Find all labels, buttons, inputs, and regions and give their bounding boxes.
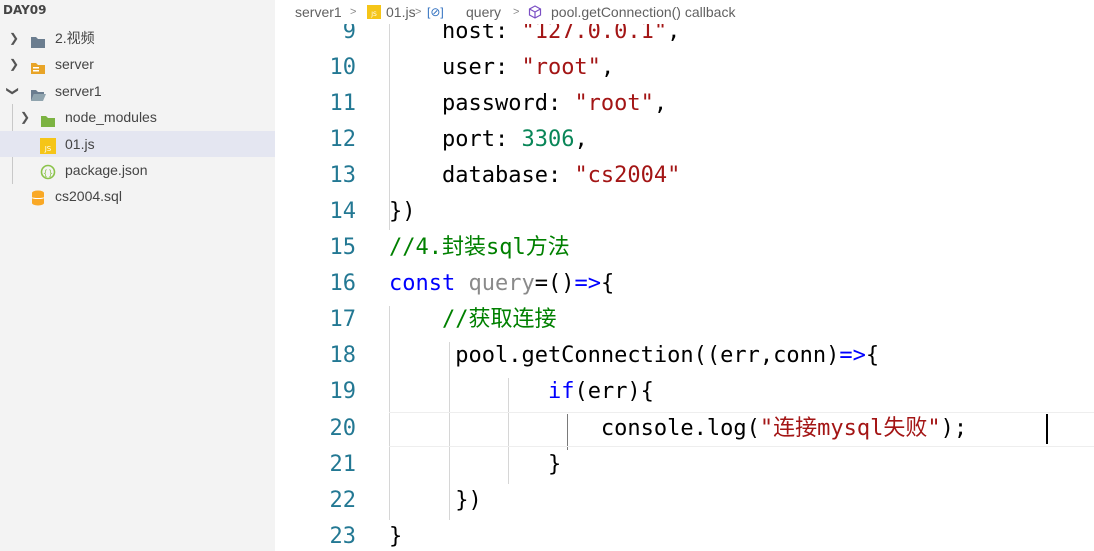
code-text[interactable]: database: "cs2004" [389, 158, 680, 194]
line-number: 16 [329, 271, 357, 296]
code-text[interactable]: pool.getConnection((err,conn)=>{ [389, 338, 879, 374]
svg-text:{}: {} [43, 169, 53, 178]
database-icon [31, 188, 45, 214]
tree-item-server[interactable]: ❯ server [0, 51, 275, 77]
code-text[interactable]: //4.封装sql方法 [389, 230, 570, 266]
breadcrumb-callback[interactable]: pool.getConnection() callback [551, 4, 735, 20]
breadcrumb-file[interactable]: 01.js [386, 4, 416, 20]
line-number: 18 [329, 343, 357, 368]
code-text[interactable]: }) [389, 483, 482, 519]
breadcrumb: server1 > JS 01.js > [⊘] query > pool.ge… [275, 0, 1094, 24]
tree-item-videos[interactable]: ❯ 2.视频 [0, 25, 275, 51]
code-text[interactable]: //获取连接 [389, 302, 557, 338]
tree-item-label: cs2004.sql [55, 188, 122, 204]
tree-item-label: server1 [55, 83, 102, 99]
code-line: 23 } [275, 519, 1094, 551]
explorer-sidebar: DAY09 ❯ 2.视频 ❯ server ❯ server1 ❯ node_m… [0, 0, 275, 551]
tree-item-01js[interactable]: JS 01.js [0, 131, 275, 157]
line-number: 10 [329, 55, 357, 80]
chevron-right-icon: ❯ [9, 31, 20, 45]
code-text[interactable]: const query=()=>{ [389, 266, 614, 302]
line-number: 21 [329, 452, 357, 477]
chevron-right-icon: ❯ [20, 110, 31, 124]
code-line: 10 user: "root", [275, 50, 1094, 86]
js-file-icon: JS [367, 5, 381, 22]
code-text[interactable]: password: "root", [389, 86, 667, 122]
code-text[interactable]: if(err){ [389, 374, 654, 410]
code-line: 18 pool.getConnection((err,conn)=>{ [275, 338, 1094, 374]
variable-symbol-icon: [⊘] [427, 5, 444, 19]
svg-text:JS: JS [370, 11, 377, 18]
code-line: 14 }) [275, 194, 1094, 230]
code-text[interactable]: } [389, 447, 561, 483]
breadcrumb-folder[interactable]: server1 [295, 4, 342, 20]
breadcrumb-separator-icon: > [415, 6, 422, 18]
tree-item-label: node_modules [65, 109, 157, 125]
tree-item-cs2004-sql[interactable]: cs2004.sql [0, 183, 275, 209]
line-number: 11 [329, 91, 357, 116]
code-text[interactable]: } [389, 519, 402, 551]
code-line: 15 //4.封装sql方法 [275, 230, 1094, 266]
tree-item-server1[interactable]: ❯ server1 [0, 78, 275, 104]
line-number: 13 [329, 163, 357, 188]
tree-item-package-json[interactable]: {} package.json [0, 157, 275, 183]
line-number: 15 [329, 235, 357, 260]
code-line: 12 port: 3306, [275, 122, 1094, 158]
svg-text:JS: JS [44, 145, 52, 153]
chevron-right-icon: ❯ [9, 57, 20, 71]
line-number: 22 [329, 488, 357, 513]
line-number: 23 [329, 524, 357, 549]
breadcrumb-separator-icon: > [350, 6, 357, 18]
code-text[interactable]: }) [389, 194, 416, 230]
code-line: 16 const query=()=>{ [275, 266, 1094, 302]
code-line: 13 database: "cs2004" [275, 158, 1094, 194]
code-line: 21 } [275, 447, 1094, 483]
code-line: 19 if(err){ [275, 374, 1094, 410]
breadcrumb-scope[interactable]: query [466, 4, 501, 20]
line-number: 14 [329, 199, 357, 224]
breadcrumb-separator-icon: > [513, 6, 520, 18]
line-number: 12 [329, 127, 357, 152]
line-number: 20 [329, 416, 357, 441]
cube-icon [528, 5, 542, 22]
explorer-title[interactable]: DAY09 [3, 3, 47, 17]
line-number: 17 [329, 307, 357, 332]
tree-item-label: package.json [65, 162, 148, 178]
code-text[interactable]: port: 3306, [389, 122, 588, 158]
code-line: 11 password: "root", [275, 86, 1094, 122]
text-cursor [1046, 414, 1048, 444]
tree-item-node-modules[interactable]: ❯ node_modules [0, 104, 275, 130]
code-line: 22 }) [275, 483, 1094, 519]
line-number: 19 [329, 379, 357, 404]
code-line: 17 //获取连接 [275, 302, 1094, 338]
tree-item-label: 2.视频 [55, 30, 95, 46]
tree-item-label: server [55, 56, 94, 72]
code-editor[interactable]: server1 > JS 01.js > [⊘] query > pool.ge… [275, 0, 1094, 551]
code-line: 20 console.log("连接mysql失败"); [275, 411, 1094, 447]
code-text[interactable]: user: "root", [389, 50, 614, 86]
chevron-down-icon: ❯ [6, 85, 21, 97]
code-text[interactable]: console.log("连接mysql失败"); [389, 411, 967, 447]
tree-item-label: 01.js [65, 136, 95, 152]
